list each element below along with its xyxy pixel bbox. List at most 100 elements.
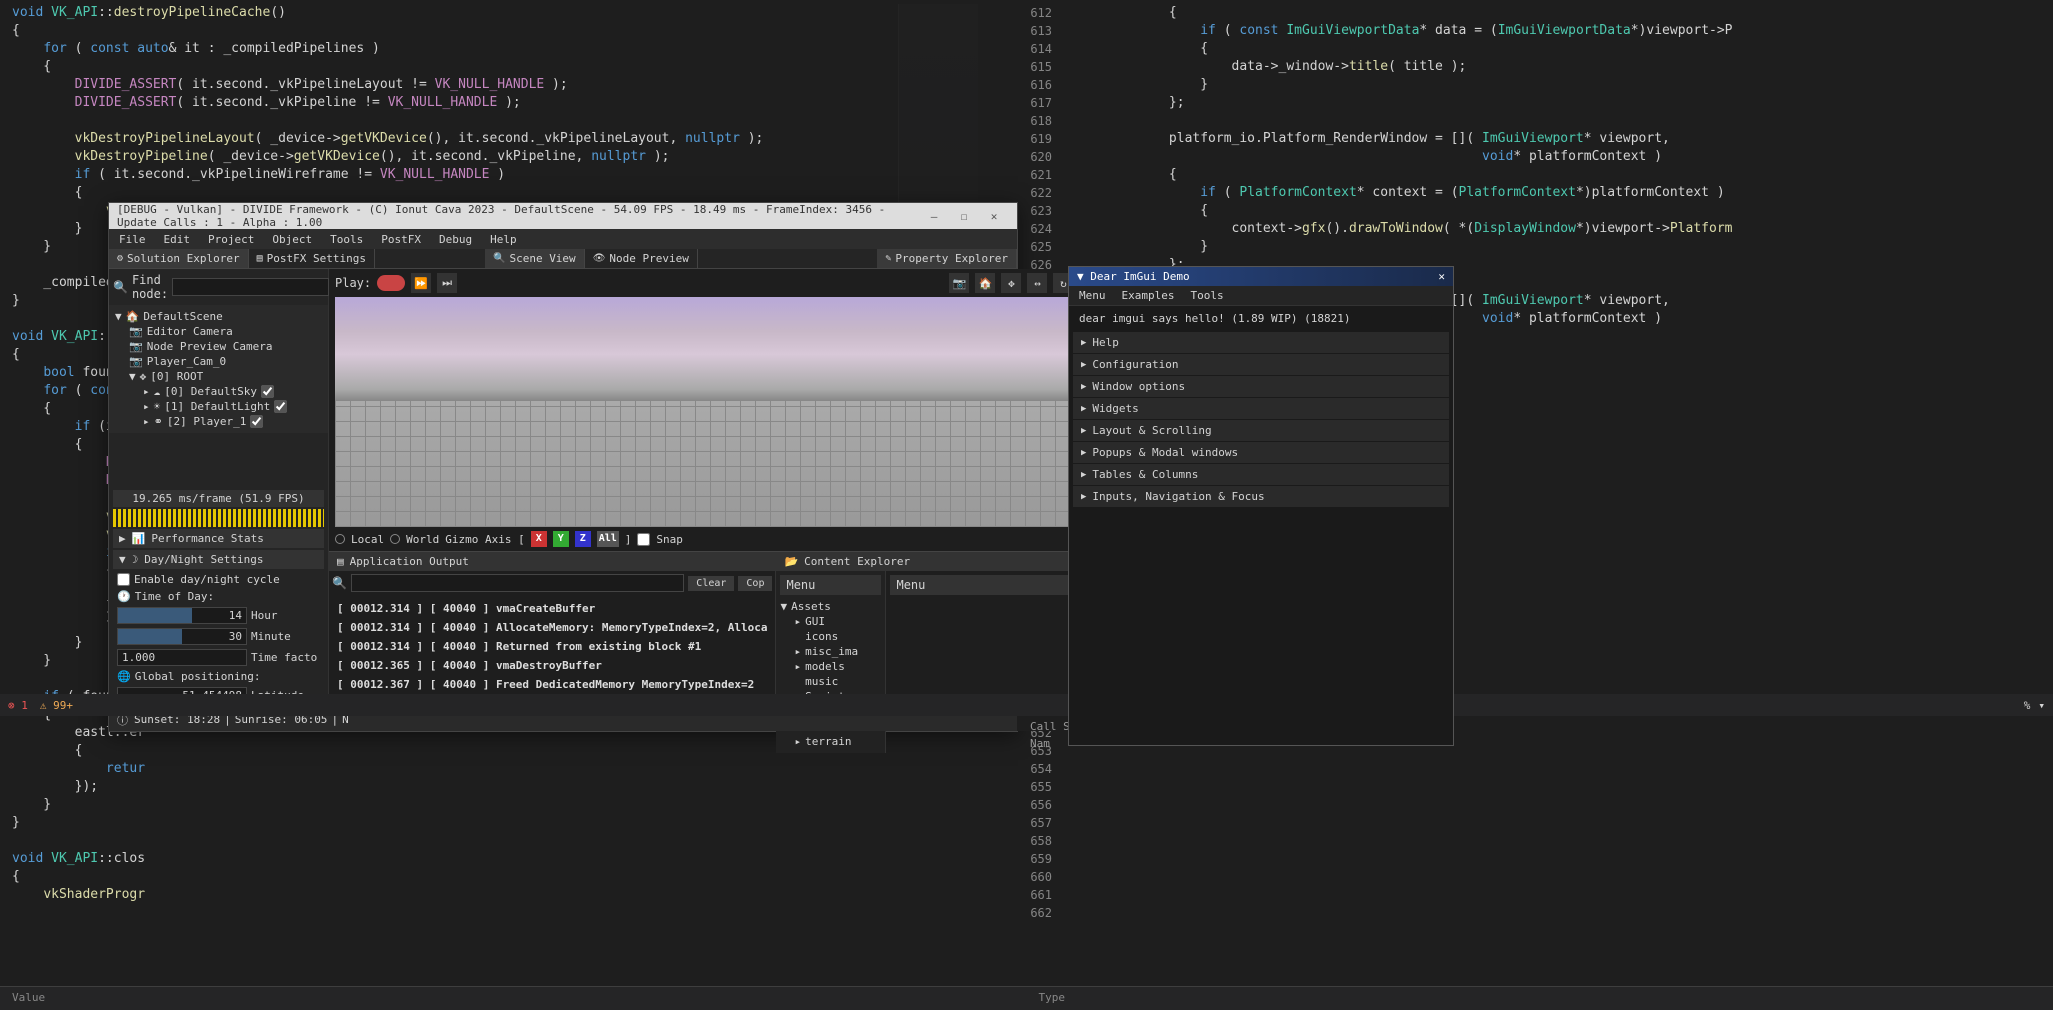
imgui-section-popups[interactable]: ▶Popups & Modal windows	[1073, 442, 1449, 463]
warning-badge[interactable]: ⚠ 99+	[40, 699, 73, 712]
column-type[interactable]: Type	[1027, 987, 2053, 1010]
tab-node-preview[interactable]: 👁Node Preview	[585, 249, 698, 268]
imgui-menu-menu[interactable]: Menu	[1079, 289, 1106, 302]
column-value[interactable]: Value	[0, 987, 1027, 1010]
imgui-menu-examples[interactable]: Examples	[1122, 289, 1175, 302]
minimize-button[interactable]: —	[919, 210, 949, 223]
minute-slider[interactable]: 30	[117, 628, 247, 645]
enable-day-night-checkbox[interactable]	[117, 573, 130, 586]
menu-postfx[interactable]: PostFX	[381, 233, 421, 246]
performance-stats-button[interactable]: ▶ 📊Performance Stats	[113, 529, 324, 548]
globe-icon: 🌐	[117, 670, 131, 683]
visibility-checkbox[interactable]	[261, 385, 274, 398]
home-button[interactable]: 🏠	[975, 273, 995, 293]
gear-icon: ⚙	[117, 253, 123, 264]
imgui-section-configuration[interactable]: ▶Configuration	[1073, 354, 1449, 375]
imgui-titlebar[interactable]: ▼ Dear ImGui Demo ✕	[1069, 267, 1453, 286]
axis-x-button[interactable]: X	[531, 531, 547, 547]
imgui-demo-window[interactable]: ▼ Dear ImGui Demo ✕ Menu Examples Tools …	[1068, 266, 1454, 746]
eye-icon: 👁	[593, 253, 606, 264]
local-radio[interactable]	[335, 534, 345, 544]
camera-icon: 📷	[129, 340, 143, 353]
log-output[interactable]: [ 00012.314 ] [ 40040 ] vmaCreateBuffer …	[329, 595, 775, 705]
imgui-section-window-options[interactable]: ▶Window options	[1073, 376, 1449, 397]
close-icon[interactable]: ✕	[1438, 270, 1445, 283]
chevron-down-icon[interactable]: ▾	[2038, 699, 2045, 712]
menu-object[interactable]: Object	[272, 233, 312, 246]
chart-icon: 📊	[132, 532, 146, 545]
snap-checkbox[interactable]	[637, 533, 650, 546]
imgui-section-tables[interactable]: ▶Tables & Columns	[1073, 464, 1449, 485]
step-button[interactable]: ⏩	[411, 273, 431, 293]
tree-root-node[interactable]: ▼ ✥[0] ROOT	[115, 369, 322, 384]
tree-item[interactable]: 📷Node Preview Camera	[115, 339, 322, 354]
axis-z-button[interactable]: Z	[575, 531, 591, 547]
time-factor-input[interactable]: 1.000	[117, 649, 247, 666]
menu-project[interactable]: Project	[208, 233, 254, 246]
maximize-button[interactable]: ☐	[949, 210, 979, 223]
tree-item[interactable]: ▸ ⚭[2] Player_1	[115, 414, 322, 429]
tree-item[interactable]: ▸ ☁[0] DefaultSky	[115, 384, 322, 399]
tab-property-explorer[interactable]: ✎Property Explorer	[877, 249, 1017, 268]
menu-edit[interactable]: Edit	[164, 233, 191, 246]
tree-item[interactable]: ▼ Assets	[780, 599, 881, 614]
tree-item[interactable]: ▸ terrain	[780, 734, 881, 749]
visibility-checkbox[interactable]	[274, 400, 287, 413]
find-node-input[interactable]	[172, 278, 329, 296]
cursor-button[interactable]: ✥	[1001, 273, 1021, 293]
play-button[interactable]	[377, 275, 405, 291]
menu-debug[interactable]: Debug	[439, 233, 472, 246]
titlebar[interactable]: [DEBUG - Vulkan] - DIVIDE Framework - (C…	[109, 203, 1017, 229]
log-line: [ 00012.314 ] [ 40040 ] Returned from ex…	[337, 637, 767, 656]
copy-button[interactable]: Cop	[738, 576, 772, 591]
menu-help[interactable]: Help	[490, 233, 517, 246]
arrow-icon: ▶	[1081, 492, 1086, 502]
tree-item[interactable]: ▸ GUI	[780, 614, 881, 629]
axis-y-button[interactable]: Y	[553, 531, 569, 547]
imgui-menu-tools[interactable]: Tools	[1190, 289, 1223, 302]
log-line: [ 00012.367 ] [ 40040 ] Freed DedicatedM…	[337, 675, 767, 694]
hour-slider[interactable]: 14	[117, 607, 247, 624]
tree-item[interactable]: ▸ ☀[1] DefaultLight	[115, 399, 322, 414]
3d-viewport[interactable]	[335, 297, 1099, 527]
tab-scene-view[interactable]: 🔍Scene View	[485, 249, 585, 268]
close-button[interactable]: ✕	[979, 210, 1009, 223]
imgui-section-widgets[interactable]: ▶Widgets	[1073, 398, 1449, 419]
imgui-hello-text: dear imgui says hello! (1.89 WIP) (18821…	[1069, 306, 1453, 331]
tree-item[interactable]: ▸ misc_ima	[780, 644, 881, 659]
tree-item[interactable]: music	[780, 674, 881, 689]
tree-item[interactable]: ▸ models	[780, 659, 881, 674]
tree-item[interactable]: 📷Editor Camera	[115, 324, 322, 339]
watch-panel-header: Value Type	[0, 986, 2053, 1010]
sliders-icon: ▤	[257, 253, 263, 264]
tree-item[interactable]: icons	[780, 629, 881, 644]
content-menu-header[interactable]: Menu	[780, 575, 881, 595]
camera-button[interactable]: 📷	[949, 273, 969, 293]
camera-icon: 📷	[129, 355, 143, 368]
home-icon: 🏠	[126, 310, 140, 323]
clear-button[interactable]: Clear	[688, 576, 734, 591]
menu-file[interactable]: File	[119, 233, 146, 246]
perf-graph	[113, 509, 324, 527]
day-night-settings-button[interactable]: ▼ ☽Day/Night Settings	[113, 550, 324, 569]
skip-button[interactable]: ⏭	[437, 273, 457, 293]
arrow-icon: ▶	[1081, 426, 1086, 436]
link-icon: ⚭	[154, 415, 163, 428]
imgui-section-help[interactable]: ▶Help	[1073, 332, 1449, 353]
tab-postfx-settings[interactable]: ▤PostFX Settings	[249, 249, 375, 268]
world-radio[interactable]	[390, 534, 400, 544]
imgui-section-inputs[interactable]: ▶Inputs, Navigation & Focus	[1073, 486, 1449, 507]
log-line: [ 00012.314 ] [ 40040 ] vmaCreateBuffer	[337, 599, 767, 618]
tree-root[interactable]: ▼ 🏠DefaultScene	[115, 309, 322, 324]
collapse-arrow-icon[interactable]: ▼	[1077, 270, 1084, 283]
visibility-checkbox[interactable]	[250, 415, 263, 428]
imgui-section-layout[interactable]: ▶Layout & Scrolling	[1073, 420, 1449, 441]
tree-item[interactable]: 📷Player_Cam_0	[115, 354, 322, 369]
output-filter-input[interactable]	[351, 574, 684, 592]
menu-tools[interactable]: Tools	[330, 233, 363, 246]
move-button[interactable]: ↔	[1027, 273, 1047, 293]
terminal-icon: ▤	[337, 555, 344, 568]
tab-solution-explorer[interactable]: ⚙Solution Explorer	[109, 249, 249, 268]
axis-all-button[interactable]: All	[597, 531, 619, 547]
error-badge[interactable]: ⊗ 1	[8, 699, 28, 712]
